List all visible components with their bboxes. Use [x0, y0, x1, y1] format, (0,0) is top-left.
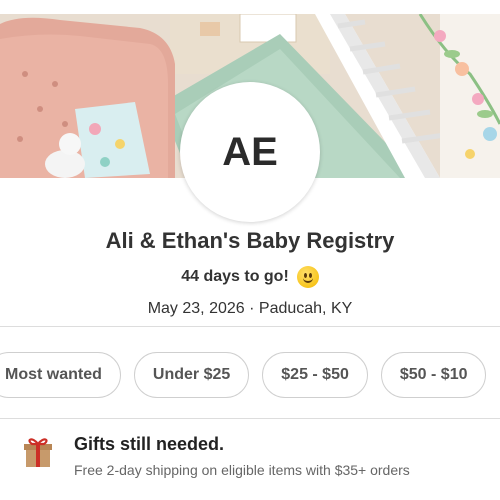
countdown-text: 44 days to go! — [181, 268, 289, 285]
event-details: May 23, 2026 · Paducah, KY — [0, 300, 500, 318]
divider — [0, 326, 500, 327]
filter-chip-most-wanted[interactable]: Most wanted — [0, 352, 121, 398]
meta-separator: · — [249, 300, 255, 317]
smiley-emoji-icon — [296, 266, 319, 288]
registry-avatar: AE — [180, 82, 320, 222]
avatar-initials: AE — [222, 129, 278, 174]
filter-chip-row: Most wanted Under $25 $25 - $50 $50 - $1… — [0, 352, 487, 398]
gifts-heading: Gifts still needed. — [74, 434, 225, 454]
gift-icon — [24, 436, 52, 468]
event-countdown: 44 days to go! — [0, 266, 500, 288]
filter-chip-25-50[interactable]: $25 - $50 — [262, 352, 368, 398]
filter-chip-50-100[interactable]: $50 - $10 — [380, 352, 487, 398]
registry-title: Ali & Ethan's Baby Registry — [105, 228, 395, 253]
event-date: May 23, 2026 — [147, 300, 245, 317]
gifts-needed-banner[interactable]: Gifts still needed. Free 2-day shipping … — [24, 432, 410, 478]
shipping-note: Free 2-day shipping on eligible items wi… — [74, 462, 410, 478]
filter-chip-under-25[interactable]: Under $25 — [133, 352, 250, 398]
event-location: Paducah, KY — [258, 300, 353, 317]
divider — [0, 418, 500, 419]
